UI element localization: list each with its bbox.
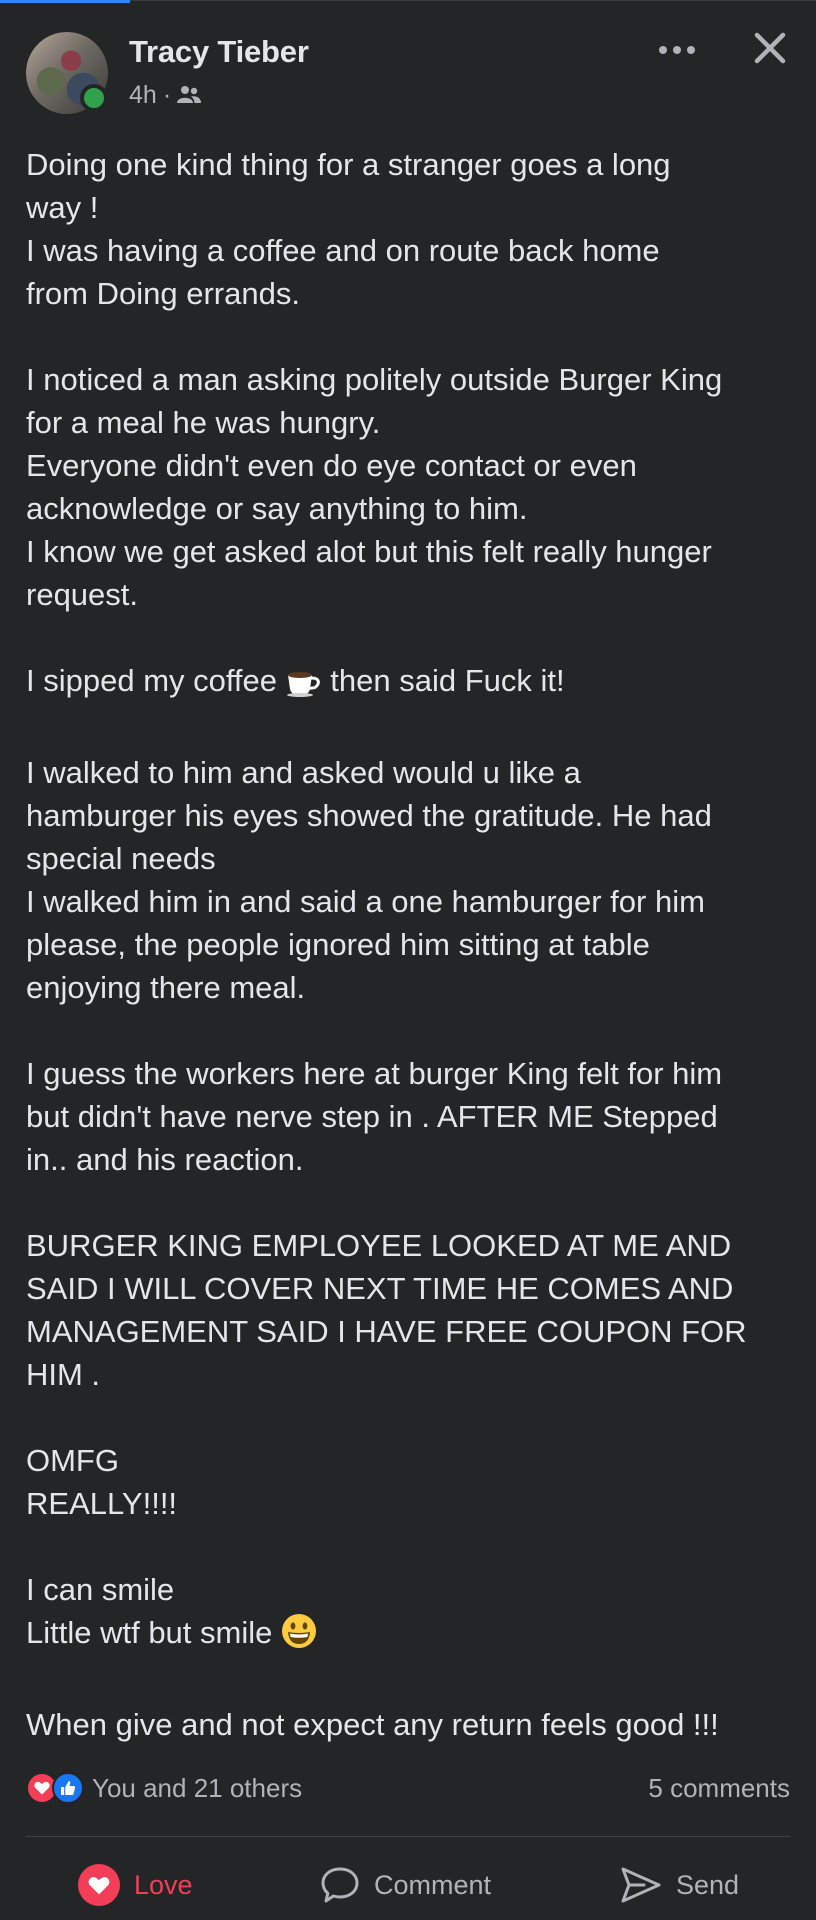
text-line: I guess the workers here at burger King … bbox=[26, 1056, 723, 1091]
comment-icon bbox=[320, 1865, 360, 1905]
text-line: BURGER KING EMPLOYEE LOOKED AT ME AND bbox=[26, 1228, 732, 1263]
close-button[interactable] bbox=[748, 26, 792, 70]
send-label: Send bbox=[676, 1869, 740, 1900]
post-text: Doing one kind thing for a stranger goes… bbox=[26, 143, 796, 1746]
text-line: hamburger his eyes showed the gratitude.… bbox=[26, 798, 712, 833]
text-fragment: I sipped my coffee bbox=[26, 663, 278, 698]
friends-icon[interactable] bbox=[177, 85, 202, 105]
comment-button[interactable]: Comment bbox=[320, 1858, 491, 1912]
text-line: I noticed a man asking politely outside … bbox=[26, 362, 723, 397]
text-line: enjoying there meal. bbox=[26, 970, 306, 1005]
reactions-count-text: You and 21 others bbox=[92, 1772, 303, 1803]
text-line: from Doing errands. bbox=[26, 276, 300, 311]
hot-beverage-icon bbox=[286, 665, 322, 708]
paragraph: I walked to him and asked would u like a… bbox=[26, 751, 796, 1009]
more-dots-icon bbox=[659, 46, 695, 54]
text-line: REALLY!!!! bbox=[26, 1486, 178, 1521]
text-line: acknowledge or say anything to him. bbox=[26, 491, 528, 526]
post-meta: 4h · bbox=[129, 80, 202, 110]
text-line: SAID I WILL COVER NEXT TIME HE COMES AND bbox=[26, 1271, 734, 1306]
send-button[interactable]: Send bbox=[620, 1858, 739, 1912]
love-button[interactable]: Love bbox=[78, 1858, 193, 1912]
text-line: way ! bbox=[26, 190, 99, 225]
text-fragment: Little wtf but smile bbox=[26, 1615, 273, 1650]
text-line: Little wtf but smile bbox=[26, 1611, 796, 1660]
text-line: HIM . bbox=[26, 1357, 101, 1392]
reactions-summary[interactable]: You and 21 others bbox=[26, 1770, 302, 1806]
paragraph: BURGER KING EMPLOYEE LOOKED AT ME AND SA… bbox=[26, 1224, 796, 1396]
text-line: MANAGEMENT SAID I HAVE FREE COUPON FOR bbox=[26, 1314, 747, 1349]
comment-label: Comment bbox=[374, 1869, 492, 1900]
send-icon bbox=[620, 1865, 662, 1905]
text-line: in.. and his reaction. bbox=[26, 1142, 304, 1177]
reaction-icons bbox=[26, 1772, 84, 1804]
text-line: Doing one kind thing for a stranger goes… bbox=[26, 147, 671, 182]
more-options-button[interactable] bbox=[654, 30, 700, 70]
text-line: I can smile bbox=[26, 1572, 175, 1607]
close-icon bbox=[754, 32, 786, 64]
text-line: I sipped my coffee then said Fuck it! bbox=[26, 659, 796, 708]
online-status-dot bbox=[80, 84, 108, 112]
text-line: I walked him in and said a one hamburger… bbox=[26, 884, 705, 919]
text-line: I walked to him and asked would u like a bbox=[26, 755, 581, 790]
text-line: request. bbox=[26, 577, 139, 612]
author-avatar[interactable] bbox=[26, 32, 108, 114]
post-header: Tracy Tieber 4h · bbox=[0, 0, 816, 130]
paragraph: I sipped my coffee then said Fuck it! bbox=[26, 659, 796, 708]
love-label: Love bbox=[134, 1869, 193, 1900]
text-line: I know we get asked alot but this felt r… bbox=[26, 534, 712, 569]
post-timestamp[interactable]: 4h bbox=[129, 81, 157, 110]
text-line: Everyone didn't even do eye contact or e… bbox=[26, 448, 637, 483]
meta-separator: · bbox=[162, 80, 172, 109]
text-line: OMFG bbox=[26, 1443, 119, 1478]
text-line: but didn't have nerve step in . AFTER ME… bbox=[26, 1099, 718, 1134]
paragraph: When give and not expect any return feel… bbox=[26, 1703, 796, 1746]
text-line: for a meal he was hungry. bbox=[26, 405, 381, 440]
paragraph: Doing one kind thing for a stranger goes… bbox=[26, 143, 796, 315]
text-line: please, the people ignored him sitting a… bbox=[26, 927, 650, 962]
paragraph: I noticed a man asking politely outside … bbox=[26, 358, 796, 616]
paragraph: I guess the workers here at burger King … bbox=[26, 1052, 796, 1181]
paragraph: OMFG REALLY!!!! bbox=[26, 1439, 796, 1525]
author-name[interactable]: Tracy Tieber bbox=[129, 34, 309, 70]
love-icon bbox=[78, 1864, 120, 1906]
grinning-face-icon bbox=[281, 1613, 317, 1660]
text-line: special needs bbox=[26, 841, 216, 876]
like-reaction-icon bbox=[52, 1772, 84, 1804]
text-line: When give and not expect any return feel… bbox=[26, 1707, 719, 1742]
paragraph: I can smile Little wtf but smile bbox=[26, 1568, 796, 1660]
comments-count-link[interactable]: 5 comments bbox=[648, 1773, 790, 1804]
post-action-bar: Love Comment Send bbox=[0, 1858, 816, 1912]
text-line: I was having a coffee and on route back … bbox=[26, 233, 660, 268]
text-fragment: then said Fuck it! bbox=[330, 663, 565, 698]
actions-divider bbox=[26, 1836, 790, 1837]
